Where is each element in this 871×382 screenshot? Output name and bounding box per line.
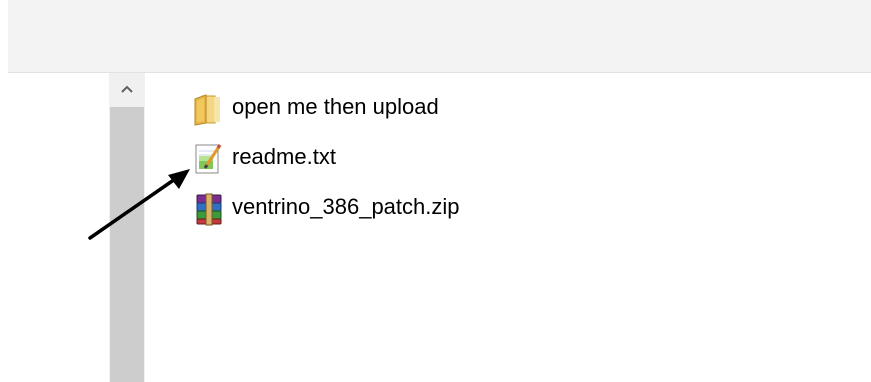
explorer-toolbar: [8, 0, 871, 73]
file-item-readme[interactable]: readme.txt: [192, 142, 692, 192]
text-file-icon: [195, 144, 222, 174]
folder-icon: [194, 94, 220, 126]
file-item-zip[interactable]: ventrino_386_patch.zip: [192, 192, 692, 242]
annotation-arrow: [88, 169, 190, 240]
file-list: open me then upload readme.txt ventrino_…: [192, 92, 692, 242]
file-name[interactable]: ventrino_386_patch.zip: [232, 192, 460, 222]
scroll-up-button[interactable]: [109, 73, 145, 105]
file-item-folder[interactable]: open me then upload: [192, 92, 692, 142]
file-name[interactable]: readme.txt: [232, 142, 336, 172]
file-list-pane: open me then upload readme.txt ventrino_…: [0, 73, 871, 382]
file-name[interactable]: open me then upload: [232, 92, 439, 122]
chevron-up-icon: [121, 85, 133, 93]
winrar-archive-icon: [196, 193, 222, 226]
scrollbar-thumb[interactable]: [110, 107, 144, 382]
